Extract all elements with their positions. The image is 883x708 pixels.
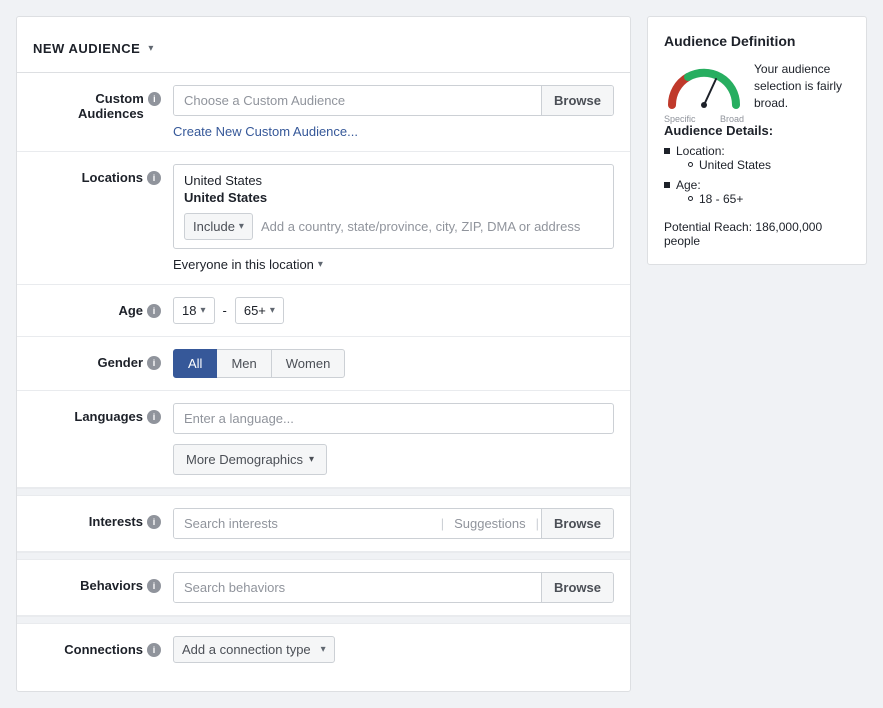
interests-label: Interests i: [33, 508, 173, 529]
age-info-icon[interactable]: i: [147, 304, 161, 318]
connections-info-icon[interactable]: i: [147, 643, 161, 657]
interests-control: | Suggestions | Browse: [173, 508, 614, 539]
gauge-broad-label: Broad: [720, 114, 744, 124]
gender-men-button[interactable]: Men: [216, 349, 271, 378]
custom-audiences-row: Custom Audiences i Browse Create New Cus…: [17, 73, 630, 152]
location-sub-circle: [688, 162, 693, 167]
languages-row: Languages i More Demographics ▾: [17, 391, 630, 488]
gender-women-button[interactable]: Women: [271, 349, 346, 378]
interests-row: Interests i | Suggestions | Browse: [17, 496, 630, 552]
gauge-wrapper: Specific Broad: [664, 61, 744, 106]
age-selects-row: 18 ▾ - 65+ ▾: [173, 297, 614, 324]
gender-control: All Men Women: [173, 349, 614, 378]
age-detail-content: Age: 18 - 65+: [676, 178, 743, 208]
location-search-input[interactable]: [261, 215, 603, 238]
gauge-svg: [664, 61, 744, 109]
interests-info-icon[interactable]: i: [147, 515, 161, 529]
section-divider-3: [17, 616, 630, 624]
gender-label: Gender i: [33, 349, 173, 370]
interests-divider: |: [439, 509, 446, 538]
interests-input[interactable]: [174, 509, 439, 538]
custom-audiences-input-group: Browse: [173, 85, 614, 116]
age-detail: Age: 18 - 65+: [664, 178, 850, 208]
custom-audiences-label: Custom Audiences i: [33, 85, 173, 121]
right-panel: Audience Definition: [647, 16, 867, 692]
languages-label: Languages i: [33, 403, 173, 424]
interests-browse-button[interactable]: Browse: [541, 509, 613, 538]
age-sub: 18 - 65+: [688, 192, 743, 206]
more-demographics-button[interactable]: More Demographics ▾: [173, 444, 327, 475]
interests-input-group: | Suggestions | Browse: [173, 508, 614, 539]
age-from-dropdown[interactable]: 18 ▾: [173, 297, 215, 324]
age-sub-circle: [688, 196, 693, 201]
interests-suggestions-link[interactable]: Suggestions: [446, 509, 534, 538]
location-input-row: Include ▾: [184, 213, 603, 240]
custom-audiences-control: Browse Create New Custom Audience...: [173, 85, 614, 139]
connections-label: Connections i: [33, 636, 173, 657]
connections-control: Add a connection type ▾: [173, 636, 614, 663]
create-custom-audience-link[interactable]: Create New Custom Audience...: [173, 124, 614, 139]
header-chevron-icon[interactable]: ▾: [148, 43, 153, 54]
location-sub: United States: [688, 158, 771, 172]
audience-details-title: Audience Details:: [664, 123, 850, 138]
section-divider-1: [17, 488, 630, 496]
gauge-description: Your audience selection is fairly broad.: [754, 61, 850, 111]
custom-audiences-browse-button[interactable]: Browse: [541, 86, 613, 115]
gender-info-icon[interactable]: i: [147, 356, 161, 370]
location-country: United States: [184, 173, 603, 188]
gauge-specific-label: Specific: [664, 114, 696, 124]
behaviors-row: Behaviors i Browse: [17, 560, 630, 616]
everyone-text: Everyone in this location: [173, 257, 314, 272]
location-box: United States United States Include ▾: [173, 164, 614, 249]
age-label: Age i: [33, 297, 173, 318]
behaviors-browse-button[interactable]: Browse: [541, 573, 613, 602]
languages-info-icon[interactable]: i: [147, 410, 161, 424]
age-dash: -: [223, 303, 227, 318]
behaviors-input[interactable]: [174, 573, 541, 602]
gender-row: Gender i All Men Women: [17, 337, 630, 391]
everyone-row[interactable]: Everyone in this location ▾: [173, 257, 614, 272]
behaviors-label: Behaviors i: [33, 572, 173, 593]
include-dropdown[interactable]: Include ▾: [184, 213, 253, 240]
location-country-bold: United States: [184, 190, 603, 205]
age-bullet: [664, 182, 670, 188]
connections-dropdown[interactable]: Add a connection type ▾: [173, 636, 335, 663]
locations-row: Locations i United States United States …: [17, 152, 630, 285]
section-divider-2: [17, 552, 630, 560]
interests-divider-2: |: [534, 509, 541, 538]
audience-def-title: Audience Definition: [664, 33, 850, 49]
locations-label: Locations i: [33, 164, 173, 185]
gauge-container: Specific Broad Your audience selection i…: [664, 61, 850, 111]
behaviors-control: Browse: [173, 572, 614, 603]
everyone-chevron-icon: ▾: [318, 259, 323, 270]
gender-all-button[interactable]: All: [173, 349, 217, 378]
connections-row: Connections i Add a connection type ▾: [17, 624, 630, 675]
languages-input[interactable]: [173, 403, 614, 434]
audience-definition-card: Audience Definition: [647, 16, 867, 265]
locations-info-icon[interactable]: i: [147, 171, 161, 185]
custom-audiences-info-icon[interactable]: i: [148, 92, 161, 106]
location-bullet: [664, 148, 670, 154]
behaviors-info-icon[interactable]: i: [147, 579, 161, 593]
age-to-dropdown[interactable]: 65+ ▾: [235, 297, 284, 324]
age-row: Age i 18 ▾ - 65+ ▾: [17, 285, 630, 337]
locations-control: United States United States Include ▾ Ev…: [173, 164, 614, 272]
gender-button-group: All Men Women: [173, 349, 614, 378]
potential-reach: Potential Reach: 186,000,000 people: [664, 220, 850, 248]
more-demographics-chevron-icon: ▾: [309, 454, 314, 465]
age-control: 18 ▾ - 65+ ▾: [173, 297, 614, 324]
panel-header: NEW AUDIENCE ▾: [17, 33, 630, 73]
form-rows: Custom Audiences i Browse Create New Cus…: [17, 73, 630, 675]
gauge-labels: Specific Broad: [664, 114, 744, 124]
languages-control: More Demographics ▾: [173, 403, 614, 475]
behaviors-input-group: Browse: [173, 572, 614, 603]
panel-title: NEW AUDIENCE: [33, 41, 140, 56]
location-detail: Location: United States: [664, 144, 850, 174]
custom-audiences-input[interactable]: [174, 86, 541, 115]
location-detail-content: Location: United States: [676, 144, 771, 174]
